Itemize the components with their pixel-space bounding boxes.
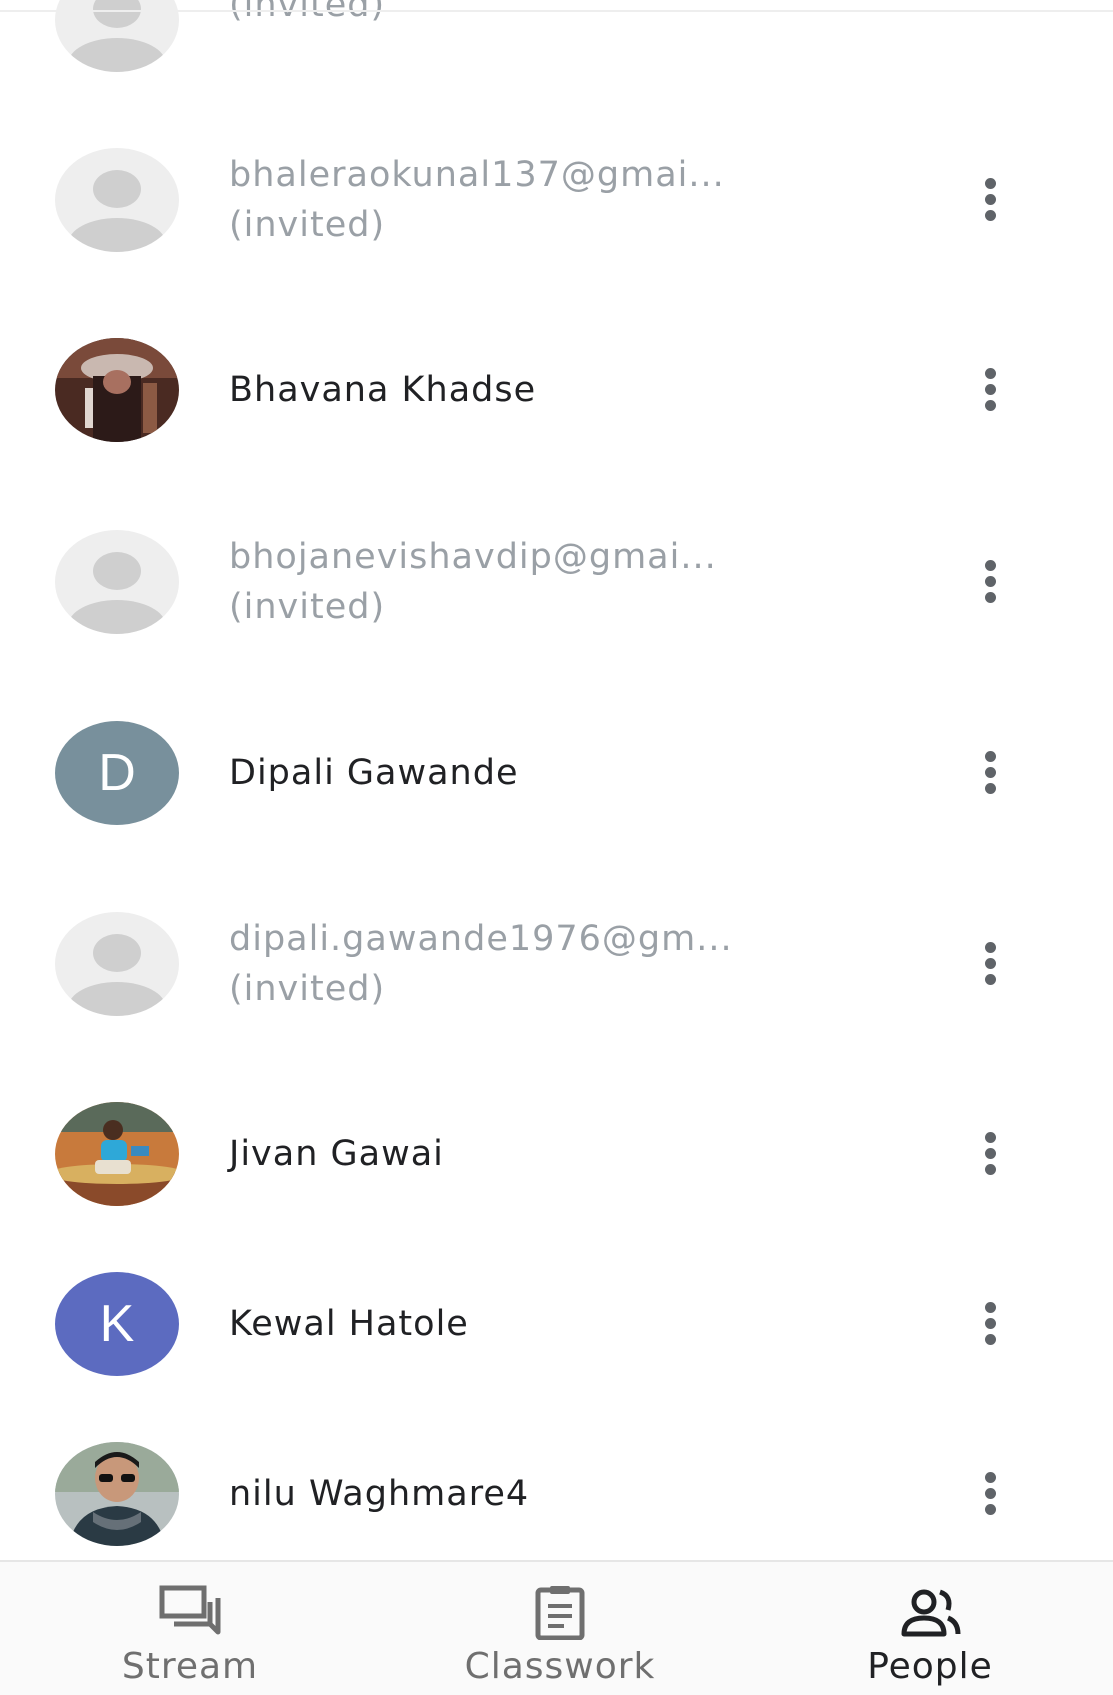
- person-name: Dipali Gawande: [229, 753, 519, 793]
- invited-status: (invited): [229, 587, 386, 627]
- list-item[interactable]: Bhavana Khadse: [0, 330, 1113, 450]
- avatar: [55, 1102, 179, 1206]
- person-name: Kewal Hatole: [229, 1304, 469, 1344]
- invited-status: (invited): [229, 969, 386, 1009]
- avatar: K: [55, 1272, 179, 1376]
- stream-icon: [158, 1584, 222, 1640]
- person-name: Bhavana Khadse: [229, 370, 537, 410]
- more-options-button[interactable]: [966, 743, 1016, 803]
- person-text: bhojanevishavdip@gmai... (invited): [229, 532, 829, 632]
- list-item[interactable]: bhaleraokunal137@gmai... (invited): [0, 140, 1113, 260]
- avatar: [55, 912, 179, 1016]
- person-text: Dipali Gawande: [229, 750, 829, 796]
- list-item[interactable]: bhojanevishavdip@gmai... (invited): [0, 522, 1113, 642]
- list-item[interactable]: D Dipali Gawande: [0, 713, 1113, 833]
- people-list: (invited) bhaleraokunal137@gmai... (invi…: [0, 0, 1113, 1560]
- avatar: [55, 530, 179, 634]
- person-text: dipali.gawande1976@gm... (invited): [229, 914, 829, 1014]
- person-text: nilu Waghmare4: [229, 1471, 829, 1517]
- person-name: nilu Waghmare4: [229, 1474, 530, 1514]
- list-item[interactable]: (invited): [0, 0, 1113, 80]
- person-email: dipali.gawande1976@gm...: [229, 919, 733, 959]
- more-options-button[interactable]: [966, 552, 1016, 612]
- bottom-navigation: Stream Classwork People: [0, 1560, 1113, 1695]
- person-text: Kewal Hatole: [229, 1301, 829, 1347]
- person-email: bhaleraokunal137@gmai...: [229, 155, 725, 195]
- avatar: [55, 338, 179, 442]
- tab-stream-label: Stream: [121, 1646, 259, 1687]
- person-text: Bhavana Khadse: [229, 367, 829, 413]
- more-options-button[interactable]: [966, 170, 1016, 230]
- more-options-button[interactable]: [966, 1294, 1016, 1354]
- tab-stream[interactable]: Stream: [100, 1562, 280, 1695]
- people-screen: (invited) bhaleraokunal137@gmai... (invi…: [0, 0, 1113, 1695]
- avatar: [55, 1442, 179, 1546]
- person-name: Jivan Gawai: [229, 1134, 444, 1174]
- person-text: Jivan Gawai: [229, 1131, 829, 1177]
- more-options-button[interactable]: [966, 934, 1016, 994]
- more-options-button[interactable]: [966, 1124, 1016, 1184]
- person-email: bhojanevishavdip@gmai...: [229, 537, 717, 577]
- person-text: (invited): [229, 0, 829, 30]
- tab-people[interactable]: People: [845, 1562, 1015, 1695]
- avatar: [55, 148, 179, 252]
- invited-status: (invited): [229, 205, 386, 245]
- tab-classwork-label: Classwork: [464, 1646, 656, 1687]
- more-options-button[interactable]: [966, 360, 1016, 420]
- tab-classwork[interactable]: Classwork: [440, 1562, 680, 1695]
- list-item[interactable]: dipali.gawande1976@gm... (invited): [0, 904, 1113, 1024]
- tab-people-label: People: [867, 1646, 993, 1687]
- list-item[interactable]: Jivan Gawai: [0, 1094, 1113, 1214]
- more-options-button[interactable]: [966, 1464, 1016, 1524]
- list-item[interactable]: nilu Waghmare4: [0, 1434, 1113, 1554]
- invited-status: (invited): [229, 0, 386, 25]
- top-divider: [0, 10, 1113, 12]
- person-text: bhaleraokunal137@gmai... (invited): [229, 150, 829, 250]
- classwork-icon: [528, 1584, 592, 1641]
- list-item[interactable]: K Kewal Hatole: [0, 1264, 1113, 1384]
- avatar: D: [55, 721, 179, 825]
- people-icon: [898, 1584, 962, 1640]
